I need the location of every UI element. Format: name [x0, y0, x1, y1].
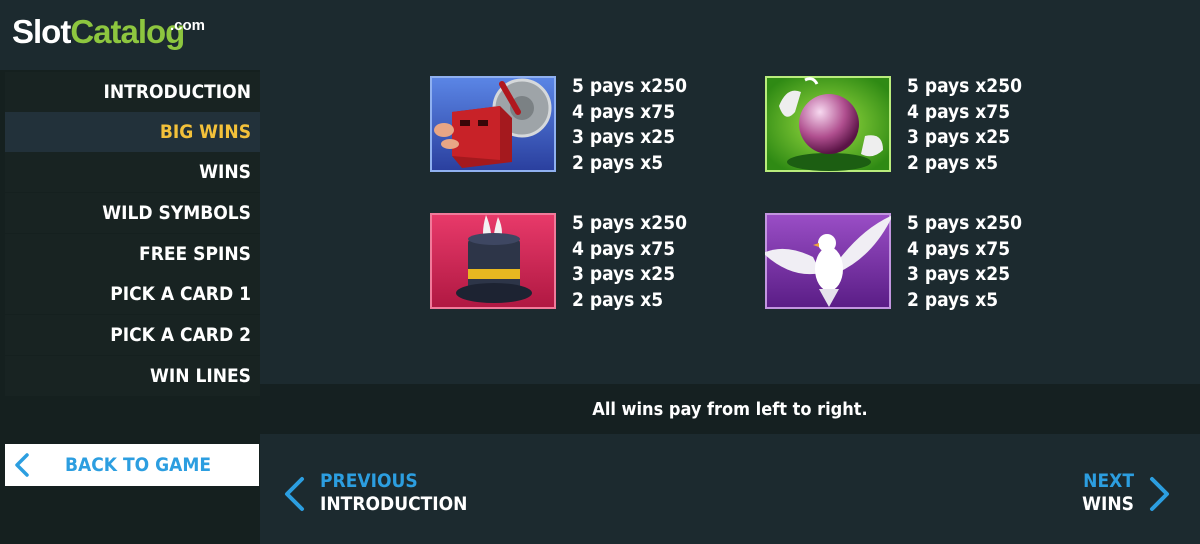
sidebar-item-win-lines[interactable]: WIN LINES: [5, 356, 260, 396]
magic-box-saw-symbol: [430, 76, 556, 172]
next-page-button[interactable]: NEXT WINS: [1052, 470, 1172, 520]
top-hat-pays: 5 pays x250 4 pays x75 3 pays x25 2 pays…: [572, 211, 687, 313]
pay-5: 5 pays x250: [907, 212, 1022, 234]
pay-4: 4 pays x75: [907, 237, 1011, 260]
next-target-label: WINS: [1082, 493, 1134, 515]
next-label: NEXT: [1083, 470, 1134, 492]
sidebar-item-label: WINS: [199, 161, 251, 183]
chevron-left-icon: [13, 453, 31, 481]
chevron-right-icon: [1148, 476, 1172, 516]
pay-4: 4 pays x75: [907, 100, 1011, 123]
sidebar-item-label: PICK A CARD 1: [110, 283, 251, 305]
sidebar-item-pick-a-card-2[interactable]: PICK A CARD 2: [5, 315, 260, 355]
back-to-game-button[interactable]: BACK TO GAME: [5, 444, 259, 486]
sidebar-item-label: FREE SPINS: [139, 243, 251, 265]
pay-2: 2 pays x5: [907, 288, 999, 311]
slotcatalog-logo: SlotCatalog .com: [12, 12, 205, 52]
back-to-game-label: BACK TO GAME: [65, 454, 212, 476]
info-text: All wins pay from left to right.: [592, 398, 868, 420]
pay-2: 2 pays x5: [572, 151, 664, 174]
pay-3: 3 pays x25: [572, 126, 676, 148]
white-dove-symbol: [763, 213, 893, 309]
pay-3: 3 pays x25: [572, 263, 676, 285]
sidebar-item-label: BIG WINS: [159, 121, 251, 143]
previous-target-label: INTRODUCTION: [320, 493, 468, 515]
sidebar-item-introduction[interactable]: INTRODUCTION: [5, 72, 260, 112]
sidebar-item-label: WIN LINES: [149, 365, 251, 387]
logo-area: SlotCatalog .com: [0, 0, 260, 70]
crystal-ball-pays: 5 pays x250 4 pays x75 3 pays x25 2 pays…: [907, 74, 1022, 176]
pay-2: 2 pays x5: [907, 151, 999, 174]
sidebar-item-label: INTRODUCTION: [103, 81, 251, 103]
pay-3: 3 pays x25: [907, 263, 1011, 285]
pay-2: 2 pays x5: [572, 288, 664, 311]
sidebar-item-wild-symbols[interactable]: WILD SYMBOLS: [5, 193, 260, 233]
pay-4: 4 pays x75: [572, 100, 676, 123]
sidebar-item-big-wins[interactable]: BIG WINS: [5, 112, 260, 152]
white-dove-pays: 5 pays x250 4 pays x75 3 pays x25 2 pays…: [907, 211, 1022, 313]
info-bar: All wins pay from left to right.: [260, 384, 1200, 434]
pay-5: 5 pays x250: [572, 75, 687, 97]
sidebar-item-free-spins[interactable]: FREE SPINS: [5, 234, 260, 274]
sidebar-item-wins[interactable]: WINS: [5, 152, 260, 192]
top-hat-rabbit-symbol: [430, 213, 556, 309]
previous-label: PREVIOUS: [320, 470, 418, 492]
pay-4: 4 pays x75: [572, 237, 676, 260]
logo-text-dotcom: .com: [170, 17, 206, 34]
sidebar-item-label: PICK A CARD 2: [110, 324, 251, 346]
pay-3: 3 pays x25: [907, 126, 1011, 148]
logo-text-slot: Slot: [12, 13, 71, 50]
footer-nav: PREVIOUS INTRODUCTION NEXT WINS: [260, 434, 1200, 544]
crystal-ball-symbol: [765, 76, 891, 172]
paytable-panel: 5 pays x250 4 pays x75 3 pays x25 2 pays…: [260, 0, 1200, 384]
pay-5: 5 pays x250: [907, 75, 1022, 97]
sidebar-item-pick-a-card-1[interactable]: PICK A CARD 1: [5, 274, 260, 314]
logo-text-catalog: Catalog: [70, 13, 185, 50]
magic-box-pays: 5 pays x250 4 pays x75 3 pays x25 2 pays…: [572, 74, 687, 176]
sidebar-item-label: WILD SYMBOLS: [102, 202, 251, 224]
chevron-left-icon: [282, 476, 306, 516]
pay-5: 5 pays x250: [572, 212, 687, 234]
